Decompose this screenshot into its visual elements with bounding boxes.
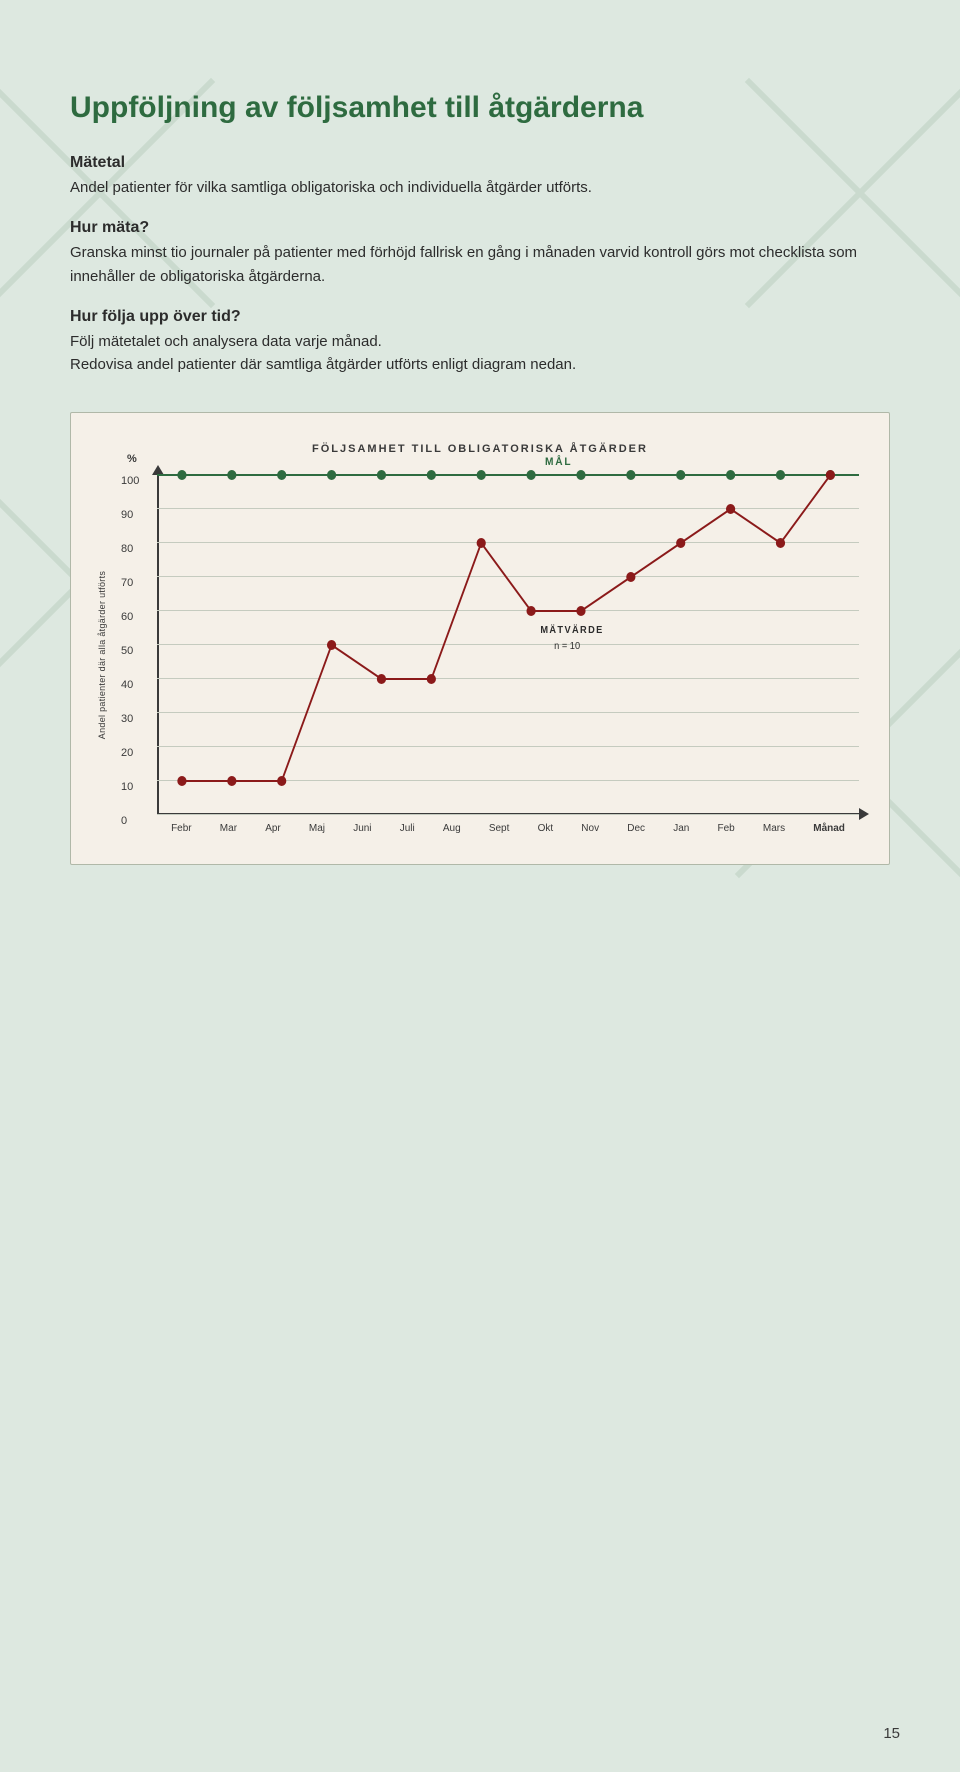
x-label-dec: Dec: [627, 823, 645, 834]
actual-dot-11: [676, 538, 685, 548]
x-label-mars: Mars: [763, 823, 785, 834]
goal-dot-1: [177, 470, 186, 480]
pct-label: %: [127, 453, 137, 465]
goal-dot-4: [327, 470, 336, 480]
goal-dot-3: [277, 470, 286, 480]
n-text: n = 10: [554, 641, 580, 652]
page-title: Uppföljning av följsamhet till åtgärdern…: [70, 90, 890, 126]
goal-dot-2: [227, 470, 236, 480]
mätetal-title: Mätetal: [70, 154, 890, 172]
chart-title: FÖLJSAMHET TILL OBLIGATORISKA ÅTGÄRDER: [91, 443, 869, 455]
actual-dot-12: [726, 504, 735, 514]
goal-dot-12: [726, 470, 735, 480]
goal-dot-13: [776, 470, 785, 480]
y-tick-0: 0: [121, 815, 127, 827]
chart-body: % 100 90: [121, 475, 869, 834]
y-tick-30: 30: [121, 713, 133, 725]
actual-dot-14: [826, 470, 835, 480]
actual-dot-10: [626, 572, 635, 582]
x-label-maj: Maj: [309, 823, 325, 834]
y-axis-label: Andel patienter där alla åtgärder utfört…: [97, 571, 107, 739]
actual-dot-13: [776, 538, 785, 548]
actual-dot-7: [477, 538, 486, 548]
x-label-febr: Febr: [171, 823, 192, 834]
actual-dot-9: [576, 606, 585, 616]
goal-dot-10: [626, 470, 635, 480]
actual-dot-1: [177, 776, 186, 786]
goal-dot-7: [477, 470, 486, 480]
x-label-manad: Månad: [813, 823, 845, 834]
goal-dot-9: [576, 470, 585, 480]
matvarde-text: MÄTVÄRDE: [540, 625, 603, 636]
chart-inner: Andel patienter där alla åtgärder utfört…: [91, 475, 869, 834]
section-hur-mata: Hur mäta? Granska minst tio journaler på…: [70, 219, 890, 288]
y-tick-60: 60: [121, 611, 133, 623]
hur-folja-title: Hur följa upp över tid?: [70, 308, 890, 326]
y-tick-80: 80: [121, 543, 133, 555]
hur-folja-text2: Redovisa andel patienter där samtliga åt…: [70, 353, 890, 376]
x-label-nov: Nov: [581, 823, 599, 834]
actual-dot-3: [277, 776, 286, 786]
y-tick-90: 90: [121, 509, 133, 521]
hur-mata-text: Granska minst tio journaler på patienter…: [70, 241, 890, 288]
x-label-feb: Feb: [717, 823, 734, 834]
section-mätetal: Mätetal Andel patienter för vilka samtli…: [70, 154, 890, 199]
y-tick-50: 50: [121, 645, 133, 657]
x-label-juli: Juli: [400, 823, 415, 834]
actual-line: [182, 475, 830, 781]
x-label-sept: Sept: [489, 823, 510, 834]
goal-dot-5: [377, 470, 386, 480]
goal-dot-11: [676, 470, 685, 480]
x-label-mar: Mar: [220, 823, 237, 834]
x-label-jan: Jan: [673, 823, 689, 834]
mätetal-text: Andel patienter för vilka samtliga oblig…: [70, 176, 890, 199]
goal-dot-6: [427, 470, 436, 480]
grid-plot-area: % 100 90: [157, 475, 859, 815]
x-label-aug: Aug: [443, 823, 461, 834]
x-label-apr: Apr: [265, 823, 281, 834]
page-number: 15: [883, 1725, 900, 1742]
x-labels-inner: Febr Mar Apr Maj Juni Juli Aug Sept Okt …: [157, 823, 859, 834]
y-axis-label-container: Andel patienter där alla åtgärder utfört…: [91, 475, 113, 834]
chart-svg: MÅL: [157, 475, 859, 815]
page-content: Uppföljning av följsamhet till åtgärdern…: [0, 0, 960, 925]
x-label-juni: Juni: [353, 823, 371, 834]
y-tick-10: 10: [121, 781, 133, 793]
y-tick-20: 20: [121, 747, 133, 759]
chart-container: FÖLJSAMHET TILL OBLIGATORISKA ÅTGÄRDER A…: [70, 412, 890, 865]
actual-dot-6: [427, 674, 436, 684]
hur-folja-text1: Följ mätetalet och analysera data varje …: [70, 330, 890, 353]
actual-dot-2: [227, 776, 236, 786]
section-hur-folja: Hur följa upp över tid? Följ mätetalet o…: [70, 308, 890, 377]
x-axis-arrow: [859, 808, 869, 820]
y-tick-40: 40: [121, 679, 133, 691]
maal-text: MÅL: [545, 455, 573, 469]
y-tick-70: 70: [121, 577, 133, 589]
x-labels-row: Febr Mar Apr Maj Juni Juli Aug Sept Okt …: [157, 823, 859, 834]
actual-dot-5: [377, 674, 386, 684]
goal-dot-8: [526, 470, 535, 480]
actual-dot-8: [526, 606, 535, 616]
hur-mata-title: Hur mäta?: [70, 219, 890, 237]
actual-dot-4: [327, 640, 336, 650]
y-tick-100: 100: [121, 475, 139, 487]
x-label-okt: Okt: [538, 823, 554, 834]
